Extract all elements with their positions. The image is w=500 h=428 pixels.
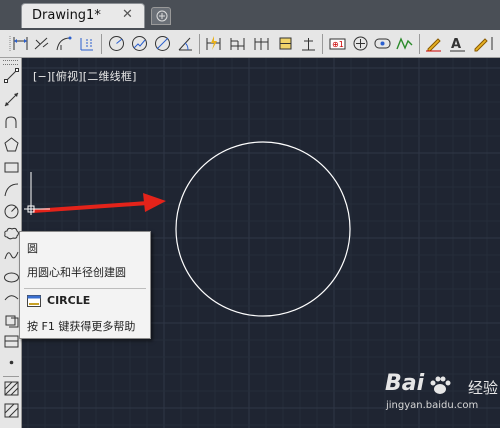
revision-cloud-icon[interactable] bbox=[3, 225, 20, 242]
dim-space-icon[interactable] bbox=[277, 35, 294, 52]
toolbar-separator bbox=[3, 376, 19, 377]
polyline-icon[interactable] bbox=[3, 114, 20, 131]
drawn-circle[interactable] bbox=[175, 141, 351, 317]
toolbar-separator bbox=[101, 34, 102, 54]
dim-baseline-icon[interactable] bbox=[229, 35, 246, 52]
construction-line-icon[interactable] bbox=[3, 91, 20, 108]
red-arrow-annotation bbox=[32, 193, 166, 213]
insert-block-icon[interactable] bbox=[3, 312, 20, 329]
paw-icon bbox=[430, 376, 451, 394]
tooltip-description: 用圆心和半径创建圆 bbox=[27, 266, 126, 279]
point-icon[interactable] bbox=[3, 354, 20, 371]
watermark-suffix: 经验 bbox=[468, 379, 499, 397]
ellipse-icon[interactable] bbox=[3, 269, 20, 286]
svg-text:A: A bbox=[451, 37, 461, 52]
inspect-icon[interactable] bbox=[374, 35, 391, 52]
dimension-toolbar: ⊕1 A bbox=[0, 30, 500, 58]
dim-break-icon[interactable] bbox=[300, 35, 317, 52]
toolbar-separator bbox=[419, 34, 420, 54]
arc-icon[interactable] bbox=[3, 181, 20, 198]
toolbar-separator bbox=[199, 34, 200, 54]
line-icon[interactable] bbox=[3, 67, 20, 84]
watermark-url: jingyan.baidu.com bbox=[386, 400, 479, 411]
hatch-icon[interactable] bbox=[3, 380, 20, 397]
dim-linear-icon[interactable] bbox=[12, 35, 29, 52]
ellipse-arc-icon[interactable] bbox=[3, 291, 20, 308]
polygon-icon[interactable] bbox=[3, 136, 20, 153]
circle-icon[interactable] bbox=[3, 203, 20, 220]
dim-style-icon[interactable] bbox=[490, 35, 500, 52]
tab-title: Drawing1* bbox=[32, 8, 101, 23]
document-tab-bar: Drawing1* ✕ bbox=[0, 0, 500, 30]
tooltip-help: 按 F1 键获得更多帮助 bbox=[27, 320, 136, 333]
dim-update-icon[interactable] bbox=[472, 35, 489, 52]
toolbar-separator bbox=[322, 34, 323, 54]
gradient-icon[interactable] bbox=[3, 402, 20, 419]
rectangle-icon[interactable] bbox=[3, 159, 20, 176]
new-tab-button[interactable] bbox=[151, 7, 171, 25]
dim-jogged-icon[interactable] bbox=[131, 35, 148, 52]
dim-ordinate-icon[interactable] bbox=[78, 35, 95, 52]
tolerance-icon[interactable]: ⊕1 bbox=[329, 35, 346, 52]
dim-radius-icon[interactable] bbox=[108, 35, 125, 52]
dim-continue-icon[interactable] bbox=[253, 35, 270, 52]
dim-text-edit-icon[interactable]: A bbox=[449, 35, 466, 52]
make-block-icon[interactable] bbox=[3, 333, 20, 350]
jogged-linear-icon[interactable] bbox=[396, 35, 413, 52]
tooltip-divider bbox=[24, 288, 146, 289]
circle-tooltip: 圆 用圆心和半径创建圆 CIRCLE 按 F1 键获得更多帮助 bbox=[19, 231, 151, 339]
tooltip-title: 圆 bbox=[27, 242, 38, 255]
tab-drawing1[interactable]: Drawing1* ✕ bbox=[21, 3, 145, 28]
command-line-icon bbox=[27, 295, 41, 307]
dim-angular-icon[interactable] bbox=[177, 35, 194, 52]
viewport-label[interactable]: [−][俯视][二维线框] bbox=[33, 68, 137, 84]
svg-text:⊕1: ⊕1 bbox=[332, 40, 344, 49]
dim-arc-icon[interactable] bbox=[55, 35, 72, 52]
spline-icon[interactable] bbox=[3, 247, 20, 264]
tooltip-command: CIRCLE bbox=[47, 294, 91, 307]
quick-dim-icon[interactable] bbox=[205, 35, 222, 52]
plus-icon bbox=[156, 10, 168, 22]
dim-edit-icon[interactable] bbox=[425, 35, 442, 52]
dim-aligned-icon[interactable] bbox=[33, 35, 50, 52]
toolbar-grip-icon[interactable] bbox=[3, 60, 18, 65]
dim-diameter-icon[interactable] bbox=[154, 35, 171, 52]
watermark-brand: Bai bbox=[385, 371, 425, 396]
center-mark-icon[interactable] bbox=[352, 35, 369, 52]
drawing-viewport[interactable] bbox=[0, 0, 500, 428]
close-icon[interactable]: ✕ bbox=[122, 7, 133, 22]
